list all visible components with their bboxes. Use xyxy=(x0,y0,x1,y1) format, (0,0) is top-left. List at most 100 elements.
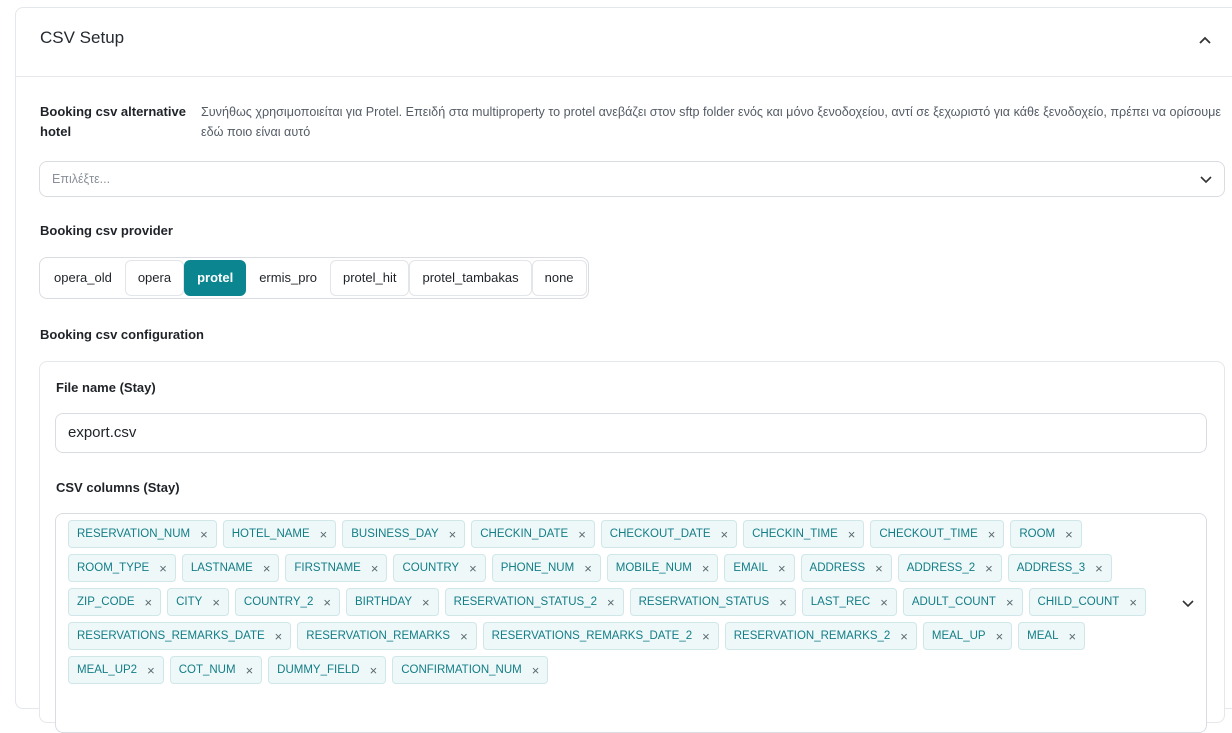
column-tag-label: BUSINESS_DAY xyxy=(351,528,439,540)
file-name-label: File name (Stay) xyxy=(56,380,156,395)
column-tag: RESERVATION_STATUS × xyxy=(629,588,796,616)
remove-tag-icon[interactable]: × xyxy=(988,528,996,541)
alt-hotel-select[interactable]: Επιλέξτε... xyxy=(39,161,1225,197)
column-tag: CITY × xyxy=(167,588,229,616)
column-tag: CHECKOUT_DATE × xyxy=(600,520,738,548)
remove-tag-icon[interactable]: × xyxy=(532,664,540,677)
remove-tag-icon[interactable]: × xyxy=(779,596,787,609)
remove-tag-icon[interactable]: × xyxy=(875,562,883,575)
column-tag-label: FIRSTNAME xyxy=(294,562,361,574)
column-tag: ADDRESS × xyxy=(800,554,892,582)
column-tag: MOBILE_NUM × xyxy=(606,554,719,582)
remove-tag-icon[interactable]: × xyxy=(263,562,271,575)
remove-tag-icon[interactable]: × xyxy=(323,596,331,609)
remove-tag-icon[interactable]: × xyxy=(422,596,430,609)
remove-tag-icon[interactable]: × xyxy=(584,562,592,575)
remove-tag-icon[interactable]: × xyxy=(275,630,283,643)
panel-header[interactable]: CSV Setup xyxy=(16,8,1232,77)
remove-tag-icon[interactable]: × xyxy=(145,596,153,609)
remove-tag-icon[interactable]: × xyxy=(702,630,710,643)
csv-columns-tag-list: RESERVATION_NUM × HOTEL_NAME × BUSINESS_DAY ×… xyxy=(68,520,1158,684)
remove-tag-icon[interactable]: × xyxy=(1069,630,1077,643)
remove-tag-icon[interactable]: × xyxy=(371,562,379,575)
column-tag-label: ADDRESS_3 xyxy=(1016,562,1086,574)
chevron-down-icon[interactable] xyxy=(1182,598,1194,608)
panel-title: CSV Setup xyxy=(40,28,125,47)
remove-tag-icon[interactable]: × xyxy=(320,528,328,541)
csv-columns-multiselect[interactable]: RESERVATION_NUM × HOTEL_NAME × BUSINESS_DAY ×… xyxy=(55,513,1207,733)
remove-tag-icon[interactable]: × xyxy=(721,528,729,541)
column-tag: RESERVATION_NUM × xyxy=(68,520,217,548)
provider-segmented-control: opera_old opera protel ermis_pro protel_hit p… xyxy=(39,257,589,299)
remove-tag-icon[interactable]: × xyxy=(1006,596,1014,609)
provider-option-protel-hit[interactable]: protel_hit xyxy=(330,260,410,296)
column-tag-label: PHONE_NUM xyxy=(500,562,575,574)
remove-tag-icon[interactable]: × xyxy=(578,528,586,541)
column-tag-label: BIRTHDAY xyxy=(354,596,413,608)
remove-tag-icon[interactable]: × xyxy=(449,528,457,541)
remove-tag-icon[interactable]: × xyxy=(996,630,1004,643)
column-tag-label: CHECKIN_TIME xyxy=(752,528,838,540)
column-tag: RESERVATIONS_REMARKS_DATE_2 × xyxy=(482,622,719,650)
column-tag: COT_NUM × xyxy=(169,656,263,684)
provider-option-protel-tambakas[interactable]: protel_tambakas xyxy=(409,260,532,296)
remove-tag-icon[interactable]: × xyxy=(1065,528,1073,541)
column-tag: RESERVATIONS_REMARKS_DATE × xyxy=(68,622,292,650)
remove-tag-icon[interactable]: × xyxy=(200,528,208,541)
column-tag: MEAL × xyxy=(1018,622,1086,650)
column-tag: CHECKIN_DATE × xyxy=(471,520,595,548)
remove-tag-icon[interactable]: × xyxy=(1129,596,1137,609)
chevron-down-icon xyxy=(1200,176,1212,184)
column-tag-label: MEAL_UP xyxy=(931,630,986,642)
remove-tag-icon[interactable]: × xyxy=(147,664,155,677)
column-tag-label: COT_NUM xyxy=(178,664,236,676)
csv-setup-panel: CSV Setup Booking csv alternative hotel … xyxy=(15,7,1232,733)
provider-option-opera[interactable]: opera xyxy=(124,260,185,296)
column-tag: EMAIL × xyxy=(724,554,795,582)
column-tag-label: CHECKOUT_TIME xyxy=(879,528,978,540)
alt-hotel-label: Booking csv alternative hotel xyxy=(40,104,186,139)
column-tag-label: LAST_REC xyxy=(810,596,871,608)
provider-option-none[interactable]: none xyxy=(531,260,587,296)
column-tag-label: DUMMY_FIELD xyxy=(277,664,360,676)
provider-option-ermis-pro[interactable]: ermis_pro xyxy=(246,260,330,296)
provider-option-opera-old[interactable]: opera_old xyxy=(41,260,125,296)
column-tag: COUNTRY × xyxy=(393,554,486,582)
column-tag-label: ADDRESS_2 xyxy=(906,562,976,574)
column-tag: ZIP_CODE × xyxy=(68,588,162,616)
column-tag-label: ADULT_COUNT xyxy=(911,596,996,608)
column-tag-label: RESERVATION_REMARKS xyxy=(306,630,451,642)
remove-tag-icon[interactable]: × xyxy=(702,562,710,575)
column-tag-label: RESERVATION_STATUS_2 xyxy=(453,596,598,608)
remove-tag-icon[interactable]: × xyxy=(848,528,856,541)
column-tag-label: RESERVATIONS_REMARKS_DATE_2 xyxy=(491,630,693,642)
column-tag-label: CHECKIN_DATE xyxy=(480,528,569,540)
remove-tag-icon[interactable]: × xyxy=(985,562,993,575)
column-tag: CONFIRMATION_NUM × xyxy=(392,656,549,684)
remove-tag-icon[interactable]: × xyxy=(778,562,786,575)
remove-tag-icon[interactable]: × xyxy=(900,630,908,643)
column-tag-label: EMAIL xyxy=(733,562,768,574)
remove-tag-icon[interactable]: × xyxy=(1095,562,1103,575)
remove-tag-icon[interactable]: × xyxy=(607,596,615,609)
remove-tag-icon[interactable]: × xyxy=(159,562,167,575)
column-tag: COUNTRY_2 × xyxy=(234,588,340,616)
column-tag: FIRSTNAME × xyxy=(285,554,388,582)
column-tag-label: CONFIRMATION_NUM xyxy=(401,664,522,676)
column-tag-label: MOBILE_NUM xyxy=(615,562,692,574)
column-tag: LASTNAME × xyxy=(181,554,280,582)
remove-tag-icon[interactable]: × xyxy=(370,664,378,677)
file-name-input[interactable]: export.csv xyxy=(55,413,1207,453)
chevron-up-icon[interactable] xyxy=(1198,35,1212,45)
provider-option-protel[interactable]: protel xyxy=(184,260,247,296)
remove-tag-icon[interactable]: × xyxy=(246,664,254,677)
remove-tag-icon[interactable]: × xyxy=(212,596,220,609)
csv-columns-label: CSV columns (Stay) xyxy=(56,480,180,495)
column-tag: CHILD_COUNT × xyxy=(1028,588,1146,616)
remove-tag-icon[interactable]: × xyxy=(469,562,477,575)
column-tag: RESERVATION_STATUS_2 × xyxy=(444,588,624,616)
remove-tag-icon[interactable]: × xyxy=(460,630,468,643)
remove-tag-icon[interactable]: × xyxy=(880,596,888,609)
configuration-label: Booking csv configuration xyxy=(40,327,204,342)
column-tag-label: CHILD_COUNT xyxy=(1037,596,1120,608)
